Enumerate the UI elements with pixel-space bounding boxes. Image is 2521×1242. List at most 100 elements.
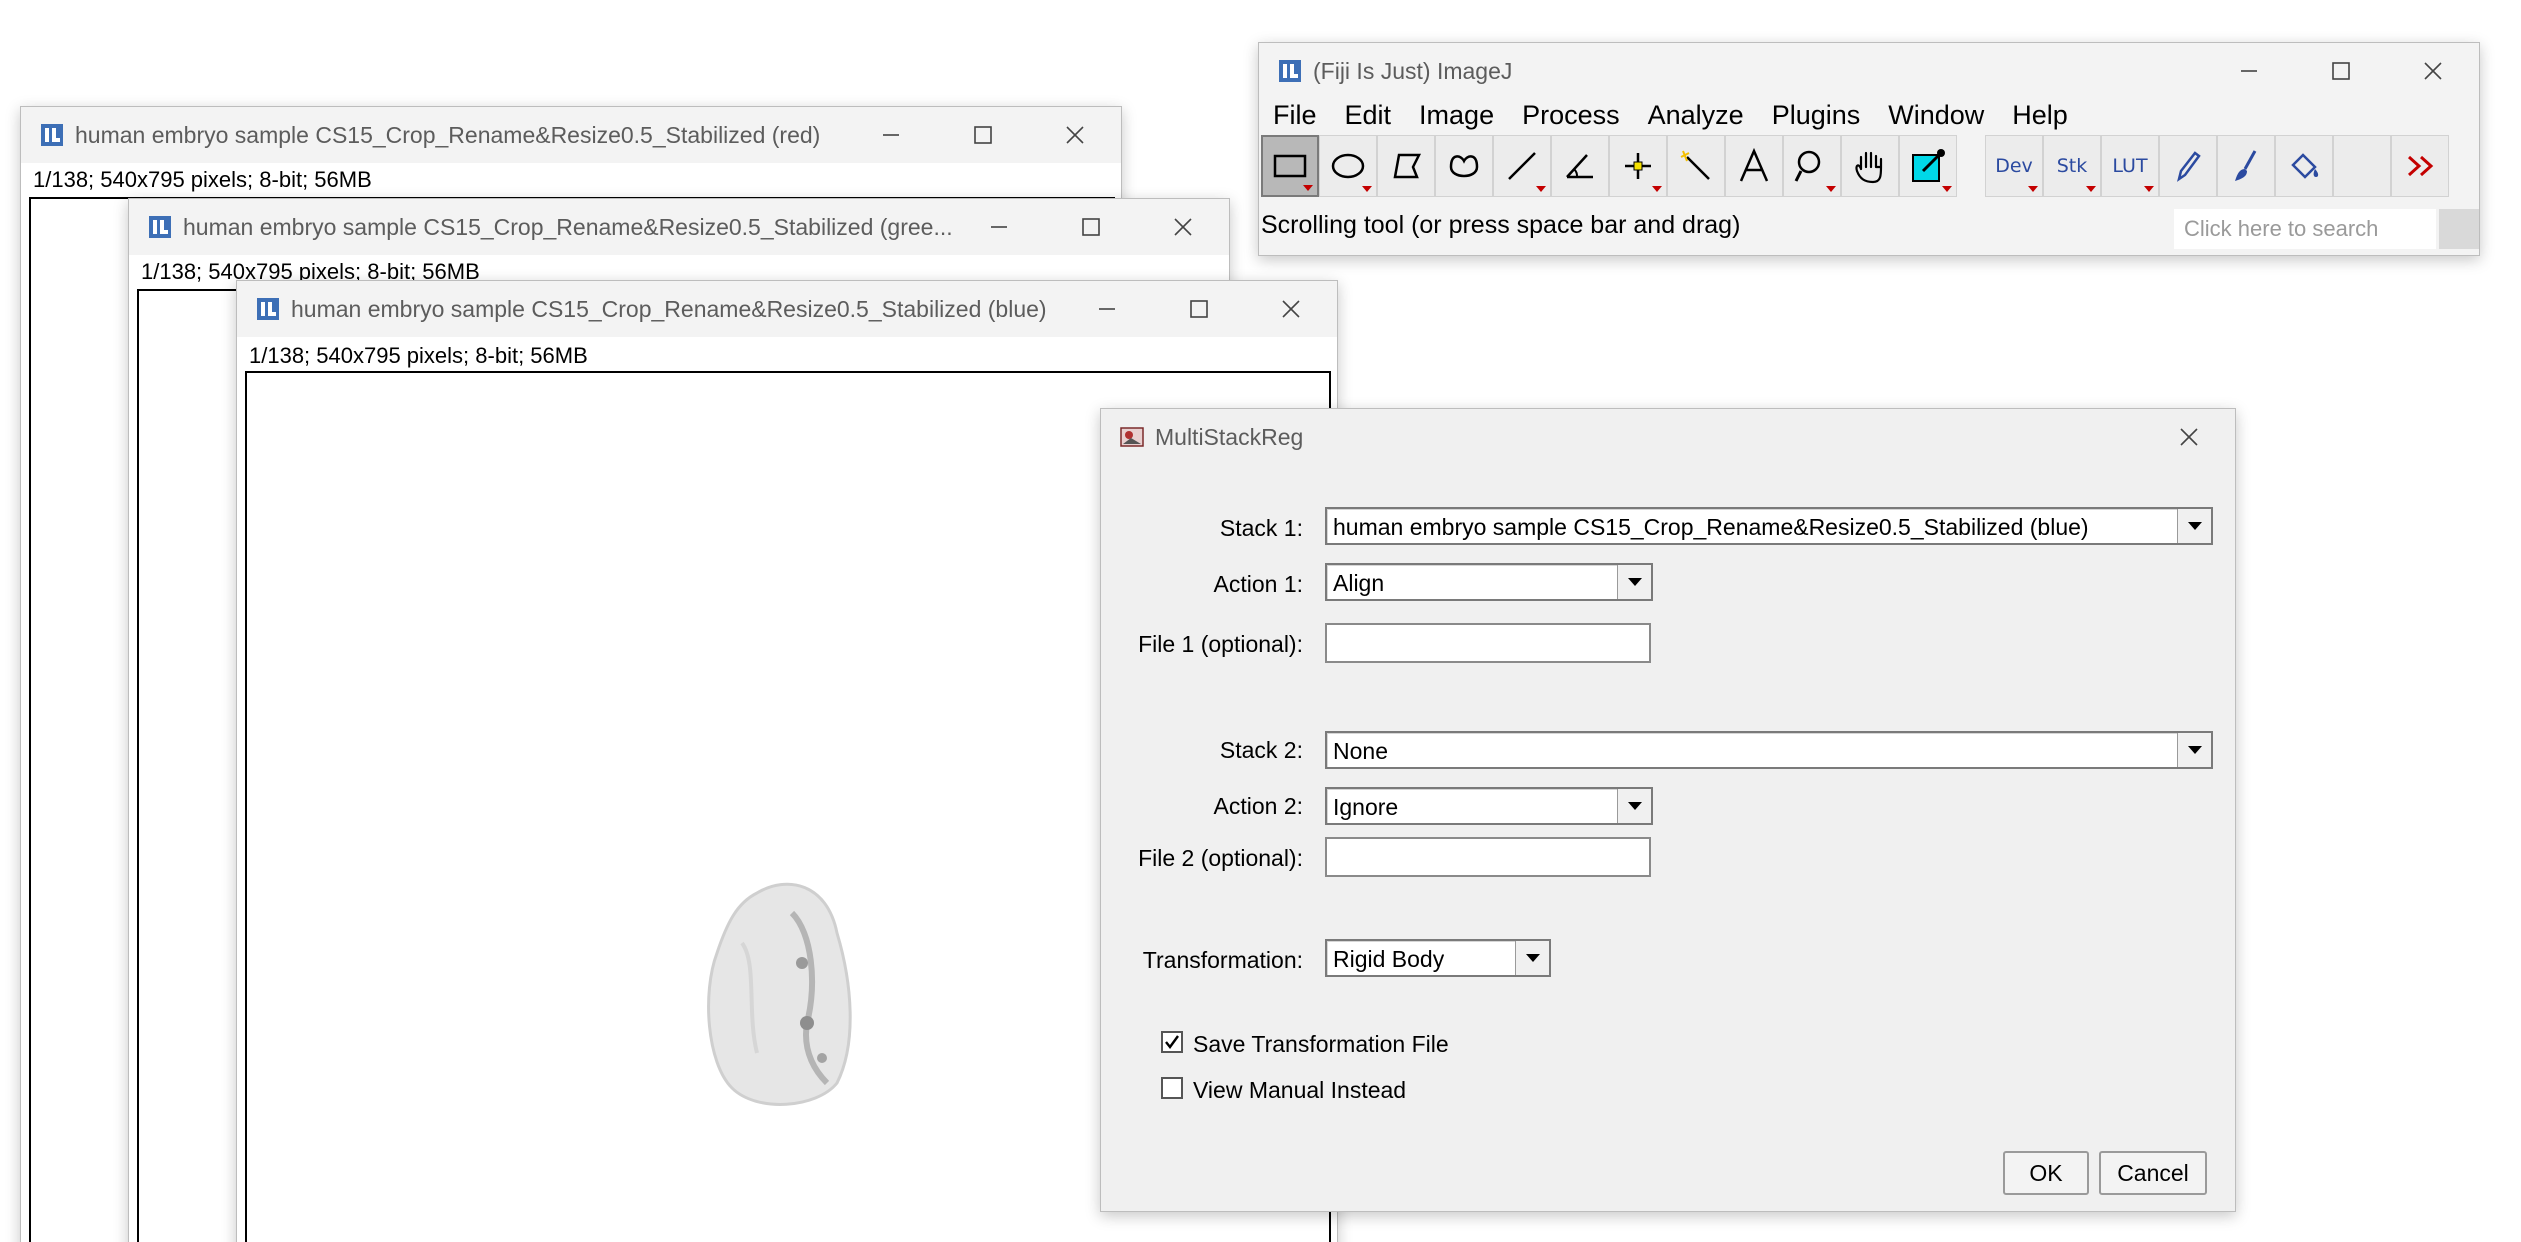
- maximize-button[interactable]: [2295, 43, 2387, 99]
- minimize-button[interactable]: [1061, 281, 1153, 337]
- dialog-title: MultiStackReg: [1155, 423, 1304, 450]
- imagej-icon: [257, 298, 279, 320]
- stack1-label: Stack 1:: [1219, 515, 1303, 541]
- angle-tool[interactable]: [1551, 135, 1609, 197]
- ok-button[interactable]: OK: [2003, 1151, 2089, 1195]
- menu-plugins[interactable]: Plugins: [1758, 99, 1875, 131]
- polygon-tool[interactable]: [1377, 135, 1435, 197]
- titlebar[interactable]: (Fiji Is Just) ImageJ: [1259, 43, 2479, 99]
- multistackreg-dialog[interactable]: MultiStackReg Stack 1: human embryo samp…: [1100, 408, 2236, 1212]
- more-tools-button[interactable]: [2391, 135, 2449, 197]
- save-transformation-label: Save Transformation File: [1193, 1031, 1449, 1057]
- freehand-tool[interactable]: [1435, 135, 1493, 197]
- oval-tool[interactable]: [1319, 135, 1377, 197]
- toolbar-separator: [1957, 135, 1985, 197]
- color-picker-icon: [1912, 149, 1945, 182]
- titlebar[interactable]: human embryo sample CS15_Crop_Rename&Res…: [237, 281, 1337, 337]
- imagej-icon: [149, 216, 171, 238]
- imagej-icon: [1279, 60, 1301, 82]
- file2-label: File 2 (optional):: [1138, 845, 1303, 871]
- wand-tool[interactable]: [1667, 135, 1725, 197]
- paintbrush-tool[interactable]: [2217, 135, 2275, 197]
- rectangle-tool[interactable]: [1261, 135, 1319, 197]
- window-title: human embryo sample CS15_Crop_Rename&Res…: [183, 213, 953, 240]
- polygon-icon: [1393, 153, 1422, 179]
- view-manual-checkbox[interactable]: [1161, 1077, 1183, 1099]
- close-button[interactable]: [1245, 281, 1337, 337]
- status-bar: Scrolling tool (or press space bar and d…: [1259, 201, 2479, 251]
- image-info: 1/138; 540x795 pixels; 8-bit; 56MB: [33, 167, 372, 192]
- brush-icon: [2235, 150, 2257, 181]
- status-text: Scrolling tool (or press space bar and d…: [1261, 211, 1741, 239]
- window-title: (Fiji Is Just) ImageJ: [1313, 57, 1513, 84]
- menu-bar: File Edit Image Process Analyze Plugins …: [1259, 99, 2479, 131]
- chevron-down-icon: [2177, 509, 2211, 543]
- close-button[interactable]: [1137, 199, 1229, 255]
- checkmark-icon: [1165, 1035, 1179, 1049]
- wand-icon: [1680, 150, 1710, 180]
- minimize-button[interactable]: [2203, 43, 2295, 99]
- text-icon: [1739, 147, 1769, 182]
- close-button[interactable]: [2387, 43, 2479, 99]
- file2-field[interactable]: [1325, 837, 1651, 877]
- stack-menu-tool[interactable]: Stk: [2043, 135, 2101, 197]
- minimize-button[interactable]: [845, 107, 937, 163]
- point-tool[interactable]: [1609, 135, 1667, 197]
- file1-field[interactable]: [1325, 623, 1651, 663]
- empty-tool-slot: [2333, 135, 2391, 197]
- flood-fill-tool[interactable]: [2275, 135, 2333, 197]
- close-button[interactable]: [2143, 409, 2235, 465]
- stack2-select[interactable]: None: [1325, 731, 2213, 769]
- action1-label: Action 1:: [1213, 571, 1304, 597]
- stack2-label: Stack 2:: [1219, 737, 1303, 763]
- rectangle-icon: [1273, 154, 1307, 178]
- maximize-button[interactable]: [937, 107, 1029, 163]
- chevron-down-icon: [1515, 941, 1549, 975]
- text-tool[interactable]: [1725, 135, 1783, 197]
- zoom-tool[interactable]: [1783, 135, 1841, 197]
- double-chevron-right-icon: [2407, 155, 2434, 177]
- oval-icon: [1331, 153, 1365, 179]
- lut-menu-tool[interactable]: LUT: [2101, 135, 2159, 197]
- action1-select[interactable]: Align: [1325, 563, 1653, 601]
- close-button[interactable]: [1029, 107, 1121, 163]
- menu-file[interactable]: File: [1259, 99, 1331, 131]
- file1-label: File 1 (optional):: [1138, 631, 1303, 657]
- transformation-select[interactable]: Rigid Body: [1325, 939, 1551, 977]
- dialog-icon: [1120, 427, 1144, 447]
- transformation-label: Transformation:: [1142, 947, 1303, 973]
- menu-image[interactable]: Image: [1405, 99, 1508, 131]
- maximize-button[interactable]: [1153, 281, 1245, 337]
- action2-select[interactable]: Ignore: [1325, 787, 1653, 825]
- save-transformation-checkbox[interactable]: [1161, 1031, 1183, 1053]
- menu-window[interactable]: Window: [1874, 99, 1998, 131]
- line-icon: [1508, 152, 1536, 180]
- crosshair-icon: [1625, 153, 1651, 179]
- titlebar[interactable]: human embryo sample CS15_Crop_Rename&Res…: [21, 107, 1121, 163]
- pencil-icon: [2177, 151, 2201, 182]
- search-input[interactable]: Click here to search: [2174, 209, 2436, 249]
- hand-icon: [1855, 151, 1883, 184]
- cancel-button[interactable]: Cancel: [2099, 1151, 2207, 1195]
- titlebar[interactable]: MultiStackReg: [1101, 409, 2235, 465]
- magnifier-icon: [1794, 150, 1821, 182]
- titlebar[interactable]: human embryo sample CS15_Crop_Rename&Res…: [129, 199, 1229, 255]
- menu-analyze[interactable]: Analyze: [1634, 99, 1758, 131]
- imagej-main-window[interactable]: (Fiji Is Just) ImageJ File Edit Image Pr…: [1258, 42, 2480, 256]
- search-button[interactable]: [2439, 209, 2479, 249]
- maximize-button[interactable]: [1045, 199, 1137, 255]
- dev-menu-tool[interactable]: Dev: [1985, 135, 2043, 197]
- minimize-button[interactable]: [953, 199, 1045, 255]
- menu-edit[interactable]: Edit: [1331, 99, 1406, 131]
- chevron-down-icon: [1617, 565, 1651, 599]
- scroll-tool[interactable]: [1841, 135, 1899, 197]
- menu-process[interactable]: Process: [1508, 99, 1634, 131]
- pencil-tool[interactable]: [2159, 135, 2217, 197]
- color-picker-tool[interactable]: [1899, 135, 1957, 197]
- menu-help[interactable]: Help: [1998, 99, 2082, 131]
- action2-label: Action 2:: [1213, 793, 1304, 819]
- stack1-select[interactable]: human embryo sample CS15_Crop_Rename&Res…: [1325, 507, 2213, 545]
- embryo-image: [707, 882, 852, 1106]
- image-info: 1/138; 540x795 pixels; 8-bit; 56MB: [249, 343, 588, 368]
- line-tool[interactable]: [1493, 135, 1551, 197]
